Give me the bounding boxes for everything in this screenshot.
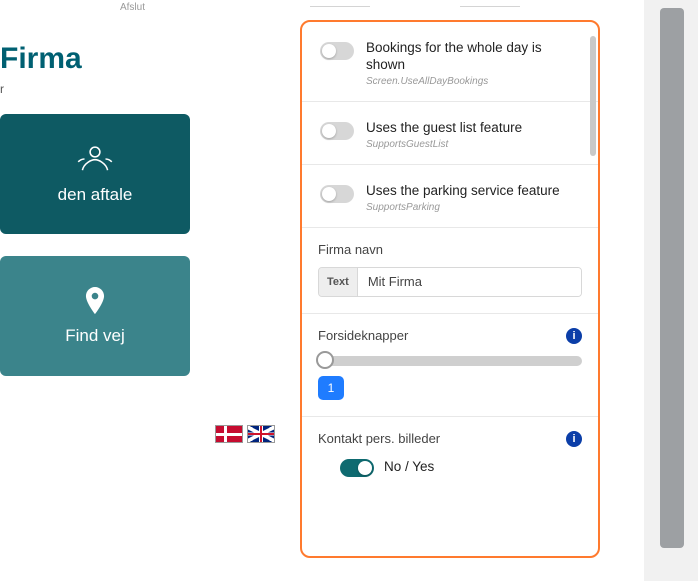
person-outline-icon [74,144,116,179]
toggle-all-day-bookings[interactable] [320,42,354,60]
tile-label: Find vej [65,326,125,346]
setting-title: Bookings for the whole day is shown [366,40,584,74]
scrollbar[interactable] [590,36,596,156]
setting-sub: SupportsParking [366,202,560,213]
map-pin-icon [85,287,105,320]
flag-uk-icon[interactable] [247,425,275,443]
company-title: Firma [0,42,282,76]
info-icon[interactable]: i [566,431,582,447]
kontakt-label: Kontakt pers. billeder [318,431,440,446]
setting-all-day-bookings: Bookings for the whole day is shown Scre… [302,22,598,102]
toggle-kontakt-billeder[interactable] [340,459,374,477]
forsideknapper-slider[interactable] [318,356,582,366]
section-kontakt-billeder: Kontakt pers. billeder i No / Yes [302,417,598,493]
flag-dk-icon[interactable] [215,425,243,443]
setting-title: Uses the parking service feature [366,183,560,200]
info-icon[interactable]: i [566,328,582,344]
preview-pane: Afslut Firma r den aftale Find vej [0,0,290,581]
section-forsideknapper: Forsideknapper i 1 [302,314,598,417]
section-firma-navn: Firma navn Text [302,228,598,314]
settings-panel: Bookings for the whole day is shown Scre… [300,20,600,558]
firma-navn-input[interactable] [358,268,581,296]
setting-parking: Uses the parking service feature Support… [302,165,598,228]
afslut-label: Afslut [120,2,145,13]
firma-navn-input-group: Text [318,267,582,297]
firma-navn-label: Firma navn [318,242,582,257]
forsideknapper-label: Forsideknapper [318,328,408,343]
right-gutter [644,0,698,581]
tile-no-appointment[interactable]: den aftale [0,114,190,234]
tab-divider [300,0,600,16]
tile-find-way[interactable]: Find vej [0,256,190,376]
slider-thumb[interactable] [316,351,334,369]
slider-value-badge: 1 [318,376,344,400]
toggle-guest-list[interactable] [320,122,354,140]
setting-title: Uses the guest list feature [366,120,522,137]
kontakt-toggle-label: No / Yes [384,459,434,474]
toggle-parking[interactable] [320,185,354,203]
setting-guest-list: Uses the guest list feature SupportsGues… [302,102,598,165]
input-addon-text: Text [319,268,358,296]
setting-sub: SupportsGuestList [366,139,522,150]
company-sub: r [0,82,282,96]
gutter-bar [660,8,684,548]
language-flags [215,425,275,443]
tile-label: den aftale [58,185,133,205]
setting-sub: Screen.UseAllDayBookings [366,76,584,87]
